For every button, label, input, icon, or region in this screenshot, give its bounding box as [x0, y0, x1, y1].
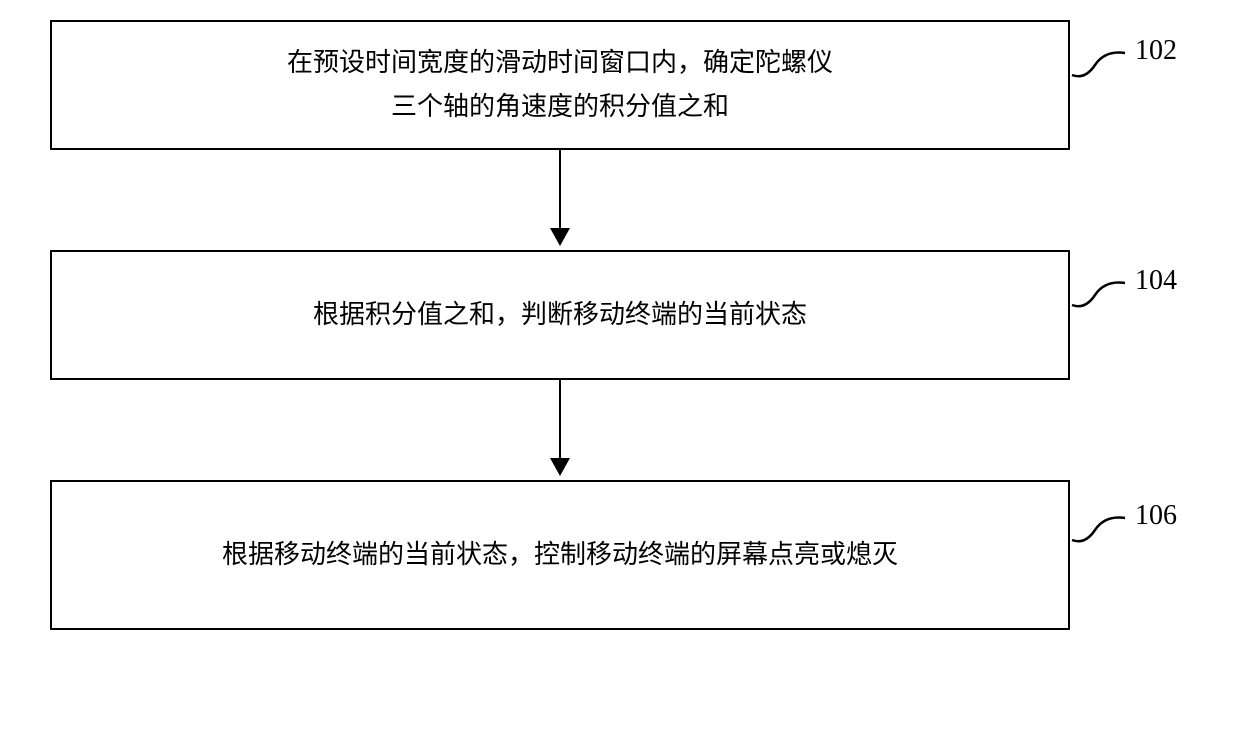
step-104-text-line1: 根据积分值之和，判断移动终端的当前状态 [313, 293, 807, 337]
label-connector-102 [1070, 45, 1130, 85]
arrow-line [559, 380, 561, 460]
step-box-106: 根据移动终端的当前状态，控制移动终端的屏幕点亮或熄灭 [50, 480, 1070, 630]
arrow-head-icon [550, 458, 570, 476]
step-102-text-line2: 三个轴的角速度的积分值之和 [391, 85, 729, 129]
arrow-head-icon [550, 228, 570, 246]
label-connector-106 [1070, 510, 1130, 550]
step-106-text-line1: 根据移动终端的当前状态，控制移动终端的屏幕点亮或熄灭 [222, 533, 898, 577]
step-box-102: 在预设时间宽度的滑动时间窗口内，确定陀螺仪 三个轴的角速度的积分值之和 [50, 20, 1070, 150]
step-label-102: 102 [1135, 35, 1177, 67]
arrow-102-to-104 [50, 150, 1070, 250]
arrow-line [559, 150, 561, 230]
step-102-text-line1: 在预设时间宽度的滑动时间窗口内，确定陀螺仪 [287, 41, 833, 85]
flowchart-container: 在预设时间宽度的滑动时间窗口内，确定陀螺仪 三个轴的角速度的积分值之和 102 … [50, 20, 1150, 630]
step-box-104: 根据积分值之和，判断移动终端的当前状态 [50, 250, 1070, 380]
label-connector-104 [1070, 275, 1130, 315]
step-label-104: 104 [1135, 265, 1177, 297]
step-label-106: 106 [1135, 500, 1177, 532]
arrow-104-to-106 [50, 380, 1070, 480]
